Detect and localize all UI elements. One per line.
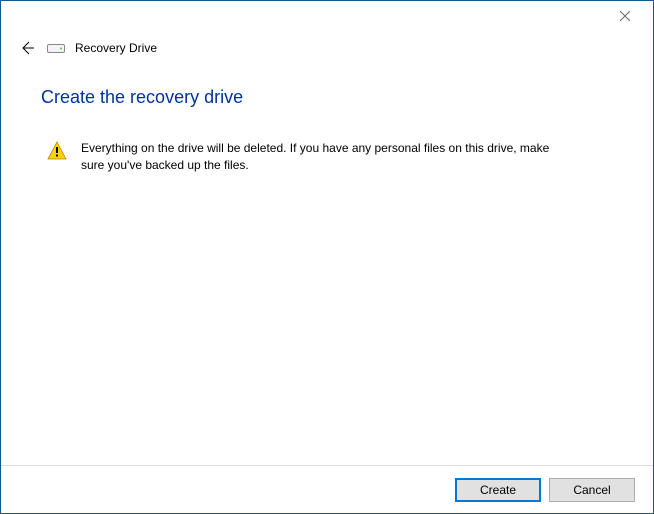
warning-message: Everything on the drive will be deleted.… xyxy=(41,140,613,175)
create-button[interactable]: Create xyxy=(455,478,541,502)
titlebar xyxy=(1,1,653,31)
back-arrow-icon xyxy=(19,40,35,56)
drive-icon xyxy=(47,41,65,55)
warning-text: Everything on the drive will be deleted.… xyxy=(81,140,571,175)
footer-button-bar: Create Cancel xyxy=(1,465,653,513)
close-icon xyxy=(620,11,630,21)
content-area: Create the recovery drive Everything on … xyxy=(1,59,653,175)
wizard-header: Recovery Drive xyxy=(1,31,653,59)
close-button[interactable] xyxy=(607,5,643,27)
wizard-title: Recovery Drive xyxy=(75,41,157,55)
cancel-button[interactable]: Cancel xyxy=(549,478,635,502)
back-button[interactable] xyxy=(17,38,37,58)
page-heading: Create the recovery drive xyxy=(41,87,613,108)
warning-icon xyxy=(47,141,67,161)
